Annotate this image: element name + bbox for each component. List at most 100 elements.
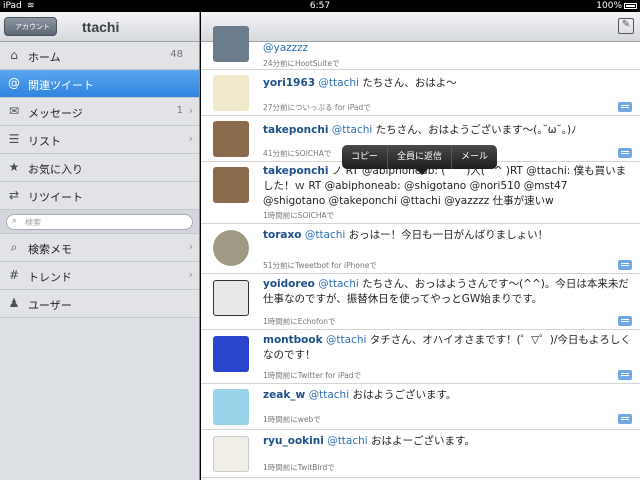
sidebar-item-home[interactable]: ⌂ ホーム 48 xyxy=(0,42,199,70)
unread-count: 1 xyxy=(176,105,183,116)
avatar xyxy=(213,336,249,372)
sidebar-item-lists[interactable]: ☰ リスト › xyxy=(0,126,199,154)
tweet-username: yoidoreo xyxy=(263,278,315,290)
tweet-meta: 41分前にSOICHAで xyxy=(263,149,332,158)
search-placeholder: 検索 xyxy=(25,218,41,227)
reply-icon[interactable] xyxy=(618,370,632,380)
context-menu: コピー 全員に返信 メール xyxy=(342,145,498,169)
search-row: ⌕ 検索 xyxy=(0,210,199,234)
chevron-right-icon: › xyxy=(188,240,193,253)
envelope-icon: ✉ xyxy=(8,104,20,118)
sidebar-item-label: 検索メモ xyxy=(28,243,72,256)
clock: 6:57 xyxy=(309,1,331,11)
sidebar-item-label: トレンド xyxy=(28,271,72,284)
tweet-username: takeponchi xyxy=(263,124,329,136)
tweet-text: yori1963 @ttachi たちさん、おはよ〜 xyxy=(263,77,457,89)
tweet-meta: 27分前についっぷる for iPadで xyxy=(263,103,371,112)
battery-icon xyxy=(624,3,637,9)
tweet-text: ryu_ookini @ttachi おはよーございます。 xyxy=(263,435,475,447)
home-icon: ⌂ xyxy=(10,48,18,62)
sidebar: アカウント ttachi ⌂ ホーム 48 @ 関連ツイート ✉ メッセージ 1… xyxy=(0,12,200,480)
sidebar-item-label: ホーム xyxy=(28,51,61,64)
sidebar-header: アカウント ttachi xyxy=(0,12,199,42)
sidebar-item-favorites[interactable]: ★ お気に入り xyxy=(0,154,199,182)
star-icon: ★ xyxy=(8,160,20,174)
unread-count: 48 xyxy=(170,49,183,60)
tweet-meta: 1時間前にSOICHAで xyxy=(263,211,335,220)
timeline-header: ✎ xyxy=(201,12,640,42)
search-input[interactable]: ⌕ 検索 xyxy=(6,214,193,230)
reply-icon[interactable] xyxy=(618,148,632,158)
timeline-pane: ✎ @yazzzz 24分前にHootSuiteで yori1963 @ttac… xyxy=(201,12,640,480)
tweet-meta: 1時間前にTwitBirdで xyxy=(263,463,335,472)
retweet-icon: ⇄ xyxy=(8,188,20,202)
list-icon: ☰ xyxy=(8,132,20,146)
sidebar-item-trends[interactable]: # トレンド › xyxy=(0,262,199,290)
sidebar-item-label: メッセージ xyxy=(28,107,83,120)
tweet-text: takeponchi @ttachi たちさん、おはようございます〜(｡˘ω˘｡… xyxy=(263,124,577,136)
status-bar: iPad ≋ 6:57 100% xyxy=(0,0,640,12)
avatar xyxy=(213,75,249,111)
user-icon: ♟ xyxy=(8,296,20,310)
tweet-text: yoidoreo @ttachi たちさん、おっはようさんです〜(^^)。今日は… xyxy=(263,278,629,305)
sidebar-item-saved-searches[interactable]: ⌕ 検索メモ › xyxy=(0,234,199,262)
reply-all-menu-item[interactable]: 全員に返信 xyxy=(388,145,453,169)
tweet-text: montbook @ttachi タチさん、オハイオさまです！(゜▽゜)/今日も… xyxy=(263,334,631,361)
tweet-row[interactable]: zeak_w @ttachi おはようございます。 1時間前にwebで xyxy=(201,384,640,430)
reply-icon[interactable] xyxy=(618,102,632,112)
tweet-row[interactable]: montbook @ttachi タチさん、オハイオさまです！(゜▽゜)/今日も… xyxy=(201,330,640,384)
avatar xyxy=(213,230,249,266)
tweet-meta: 1時間前にTwitter for iPadで xyxy=(263,371,362,380)
avatar xyxy=(213,436,249,472)
reply-icon[interactable] xyxy=(618,414,632,424)
reply-icon[interactable] xyxy=(618,260,632,270)
avatar xyxy=(213,26,249,62)
sidebar-item-label: リツイート xyxy=(28,191,83,204)
tweet-text: takeponchi ノ RT @abiphoneab: ( ^^)人(^^ )… xyxy=(263,165,627,207)
accounts-back-button[interactable]: アカウント xyxy=(4,17,57,36)
tweet-row[interactable]: yori1963 @ttachi たちさん、おはよ〜 27分前についっぷる fo… xyxy=(201,70,640,116)
tweet-username: montbook xyxy=(263,334,323,346)
tweet-username: ryu_ookini xyxy=(263,435,324,447)
tweet-meta: 1時間前にEchofonで xyxy=(263,317,336,326)
avatar xyxy=(213,280,249,316)
hash-icon: # xyxy=(8,268,20,282)
tweet-meta: 51分前にTweetbot for iPhoneで xyxy=(263,261,377,270)
tweet-username: zeak_w xyxy=(263,389,306,401)
chevron-right-icon: › xyxy=(188,104,193,117)
sidebar-item-label: 関連ツイート xyxy=(28,79,94,92)
sidebar-item-label: リスト xyxy=(28,135,61,148)
battery-percent: 100% xyxy=(596,1,622,11)
account-name: ttachi xyxy=(82,19,120,35)
compose-icon[interactable]: ✎ xyxy=(618,18,634,34)
sidebar-item-retweets[interactable]: ⇄ リツイート xyxy=(0,182,199,210)
at-icon: @ xyxy=(8,76,20,90)
tweet-row[interactable]: @yazzzz 24分前にHootSuiteで xyxy=(201,26,640,70)
sidebar-item-label: ユーザー xyxy=(28,299,72,312)
tweet-text: @yazzzz xyxy=(263,42,309,54)
sidebar-item-messages[interactable]: ✉ メッセージ 1 › xyxy=(0,98,199,126)
tweet-username: takeponchi xyxy=(263,165,329,177)
chevron-right-icon: › xyxy=(188,268,193,281)
avatar xyxy=(213,389,249,425)
sidebar-item-users[interactable]: ♟ ユーザー xyxy=(0,290,199,318)
reply-icon[interactable] xyxy=(618,316,632,326)
tweet-username: toraxo xyxy=(263,229,302,241)
sidebar-item-mentions[interactable]: @ 関連ツイート xyxy=(0,70,199,98)
sidebar-item-label: お気に入り xyxy=(28,163,83,176)
search-memo-icon: ⌕ xyxy=(10,240,18,254)
tweet-row[interactable]: ryu_ookini @ttachi おはよーございます。 1時間前にTwitB… xyxy=(201,430,640,478)
avatar xyxy=(213,121,249,157)
tweet-row[interactable]: toraxo @ttachi おっはー！今日も一日がんばりましょい！ 51分前に… xyxy=(201,224,640,274)
mail-menu-item[interactable]: メール xyxy=(452,145,497,169)
timeline-list: @yazzzz 24分前にHootSuiteで yori1963 @ttachi… xyxy=(201,26,640,478)
tweet-row[interactable]: yoidoreo @ttachi たちさん、おっはようさんです〜(^^)。今日は… xyxy=(201,274,640,330)
avatar xyxy=(213,167,249,203)
search-icon: ⌕ xyxy=(12,216,18,226)
copy-menu-item[interactable]: コピー xyxy=(342,145,389,169)
tweet-meta: 1時間前にwebで xyxy=(263,415,321,424)
chevron-right-icon: › xyxy=(188,132,193,145)
tweet-meta: 24分前にHootSuiteで xyxy=(263,59,340,68)
tweet-username: yori1963 xyxy=(263,77,316,89)
context-menu-arrow xyxy=(416,169,428,175)
